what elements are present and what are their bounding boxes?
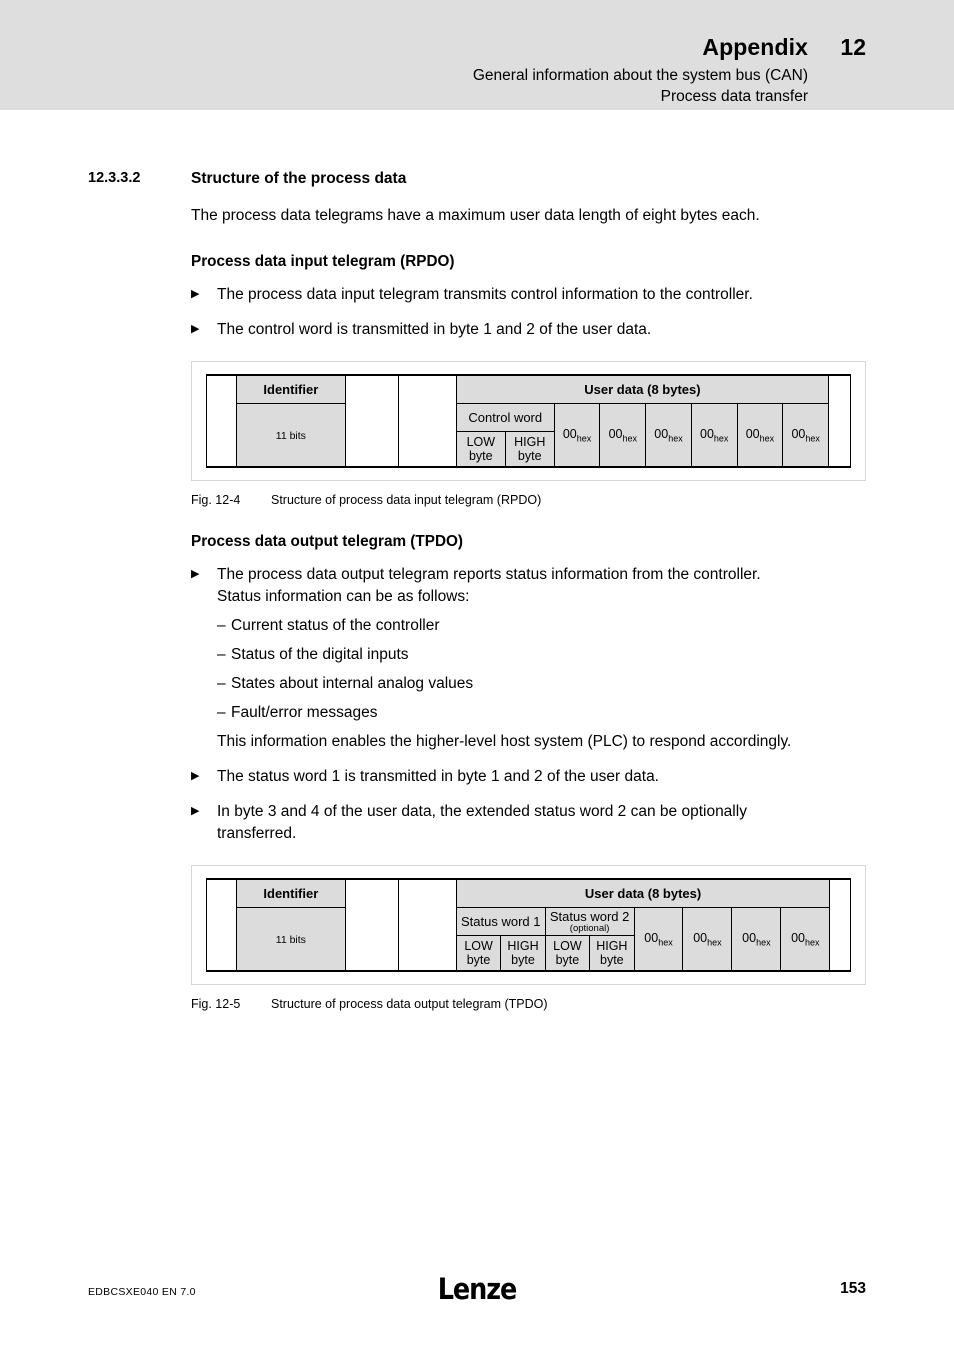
rpdo-ctrl-cell-1: [345, 375, 399, 467]
header-title-row: Appendix 12: [473, 36, 866, 59]
tpdo-bullet-3-line1: In byte 3 and 4 of the user data, the ex…: [217, 803, 747, 820]
rpdo-ctrl-high-byte: HIGH byte: [504, 431, 555, 467]
triangle-bullet-icon: ▶: [191, 805, 200, 817]
rpdo-telegram-table: Identifier User data (8 bytes) 11 bits C…: [206, 374, 851, 468]
tpdo-dash-item-4: – Fault/error messages: [191, 702, 866, 724]
tpdo-caption-text: Structure of process data output telegra…: [271, 997, 548, 1011]
tpdo-telegram-table: Identifier User data (8 bytes) 11 bits S…: [206, 878, 851, 972]
tpdo-bullet-2-text: The status word 1 is transmitted in byte…: [217, 768, 659, 785]
tpdo-status-word-1-label: Status word 1: [455, 907, 546, 936]
table-row: 11 bits Control word 00hex 00hex 00hex 0…: [207, 403, 851, 467]
rpdo-ctrl-low-byte: LOW byte: [455, 431, 506, 467]
tpdo-sw1-high-byte: HIGH byte: [500, 935, 546, 971]
page-header: Appendix 12 General information about th…: [0, 0, 954, 110]
dash-marker: –: [217, 704, 226, 721]
tpdo-crc-cell: [829, 879, 851, 971]
tpdo-user-data-header: User data (8 bytes): [455, 879, 831, 908]
rpdo-figure-frame: Identifier User data (8 bytes) 11 bits C…: [191, 361, 866, 481]
tpdo-dash-item-2-text: Status of the digital inputs: [231, 646, 409, 663]
triangle-bullet-icon: ▶: [191, 770, 200, 782]
rpdo-control-word-label: Control word: [455, 403, 555, 432]
header-subtitle-line2: Process data transfer: [660, 87, 808, 105]
tpdo-byte-7: 00hex: [731, 907, 782, 971]
rpdo-identifier-header: Identifier: [235, 375, 347, 404]
table-row: Identifier User data (8 bytes): [206, 879, 851, 971]
tpdo-dash-item-1: – Current status of the controller: [191, 615, 866, 637]
tpdo-byte-5: 00hex: [633, 907, 684, 971]
tpdo-figure-caption: Fig. 12-5 Structure of process data outp…: [191, 997, 954, 1011]
tpdo-status-word-2-optional: (optional): [569, 922, 610, 934]
header-subtitle-line1: General information about the system bus…: [472, 67, 808, 84]
triangle-bullet-icon: ▶: [191, 288, 200, 300]
tpdo-dash-item-4-text: Fault/error messages: [231, 704, 378, 721]
section-number: 12.3.3.2: [88, 170, 141, 186]
tpdo-status-word-2-label: Status word 2 (optional): [544, 907, 635, 936]
tpdo-caption-number: Fig. 12-5: [191, 997, 241, 1011]
rpdo-crc-cell: [828, 375, 851, 467]
table-row: Identifier User data (8 bytes): [206, 375, 851, 467]
page-number: 153: [840, 1280, 866, 1297]
tpdo-bullet-2: ▶ The status word 1 is transmitted in by…: [191, 766, 866, 788]
rpdo-byte-3: 00hex: [553, 403, 601, 467]
tpdo-sw1-low-byte: LOW byte: [455, 935, 502, 971]
rpdo-byte-8: 00hex: [782, 403, 830, 467]
body-block: The process data telegrams have a maximu…: [0, 205, 954, 341]
tpdo-identifier-header: Identifier: [235, 879, 347, 908]
header-text-block: Appendix 12 General information about th…: [473, 36, 866, 108]
page-title: Appendix: [702, 34, 808, 60]
tpdo-ctrl-cell-1: [345, 879, 399, 971]
tpdo-bullet-1-closing: This information enables the higher-leve…: [217, 733, 792, 750]
section-intro-paragraph: The process data telegrams have a maximu…: [191, 207, 760, 224]
rpdo-caption-text: Structure of process data input telegram…: [271, 493, 542, 507]
tpdo-bullet-3: ▶ In byte 3 and 4 of the user data, the …: [191, 801, 866, 845]
rpdo-byte-6: 00hex: [690, 403, 738, 467]
rpdo-figure-caption: Fig. 12-4 Structure of process data inpu…: [191, 493, 954, 507]
rpdo-sof-cell: [206, 375, 237, 467]
rpdo-bullet-1: ▶ The process data input telegram transm…: [191, 284, 866, 306]
tpdo-byte-6: 00hex: [682, 907, 733, 971]
rpdo-byte-5: 00hex: [645, 403, 692, 467]
tpdo-dash-item-3-text: States about internal analog values: [231, 675, 474, 692]
triangle-bullet-icon: ▶: [191, 568, 200, 580]
rpdo-byte-4: 00hex: [599, 403, 647, 467]
tpdo-sw2-high-byte: HIGH byte: [589, 935, 635, 971]
rpdo-user-data-header: User data (8 bytes): [455, 375, 830, 404]
tpdo-dash-item-2: – Status of the digital inputs: [191, 644, 866, 666]
table-row: 11 bits Status word 1 Status word 2 (opt…: [207, 907, 851, 971]
tpdo-sw2-low-byte: LOW byte: [544, 935, 591, 971]
tpdo-identifier-bits: 11 bits: [235, 907, 347, 971]
tpdo-ctrl-cell-2: [397, 879, 457, 971]
tpdo-byte-8: 00hex: [780, 907, 831, 971]
section-title: Structure of the process data: [191, 170, 407, 187]
rpdo-bullet-2: ▶ The control word is transmitted in byt…: [191, 319, 866, 341]
dash-marker: –: [217, 675, 226, 692]
rpdo-caption-number: Fig. 12-4: [191, 493, 241, 507]
rpdo-bullet-1-text: The process data input telegram transmit…: [217, 286, 753, 303]
tpdo-bullet-1-line1: The process data output telegram reports…: [217, 566, 761, 583]
lenze-logo: Lenze: [437, 1272, 518, 1306]
rpdo-identifier-bits: 11 bits: [235, 403, 347, 467]
tpdo-bullet-1: ▶ The process data output telegram repor…: [191, 564, 866, 608]
section-heading: 12.3.3.2 Structure of the process data: [0, 170, 954, 188]
tpdo-body-block: Process data output telegram (TPDO) ▶ Th…: [0, 533, 954, 845]
rpdo-byte-7: 00hex: [736, 403, 784, 467]
tpdo-sof-cell: [206, 879, 237, 971]
page-footer: EDBCSXE040 EN 7.0 Lenze 153: [0, 1260, 954, 1350]
tpdo-bullet-3-line2: transferred.: [217, 825, 297, 842]
rpdo-ctrl-cell-2: [397, 375, 457, 467]
tpdo-figure-frame: Identifier User data (8 bytes) 11 bits S…: [191, 865, 866, 985]
tpdo-dash-item-3: – States about internal analog values: [191, 673, 866, 695]
tpdo-dash-item-1-text: Current status of the controller: [231, 617, 440, 634]
dash-marker: –: [217, 646, 226, 663]
page-content: 12.3.3.2 Structure of the process data T…: [0, 110, 954, 1011]
rpdo-heading: Process data input telegram (RPDO): [191, 253, 455, 270]
rpdo-bullet-2-text: The control word is transmitted in byte …: [217, 321, 652, 338]
tpdo-bullet-1-line2: Status information can be as follows:: [217, 588, 470, 605]
triangle-bullet-icon: ▶: [191, 323, 200, 335]
chapter-number: 12: [840, 34, 866, 60]
tpdo-heading: Process data output telegram (TPDO): [191, 533, 463, 550]
dash-marker: –: [217, 617, 226, 634]
